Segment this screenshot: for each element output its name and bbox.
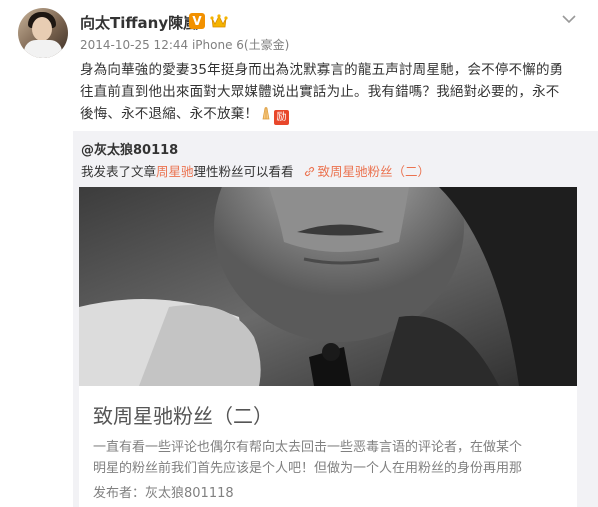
pray-hands-emoji-icon: [262, 107, 270, 120]
chevron-down-icon[interactable]: [562, 14, 576, 24]
post-source[interactable]: iPhone 6(土豪金): [192, 38, 289, 52]
article-description-line: 一直有看一些评论也偶尔有帮向太去回击一些恶毒言语的评论者，在做某个: [93, 440, 523, 455]
author-name[interactable]: 向太Tiffany陳嵐: [80, 12, 198, 33]
avatar[interactable]: [18, 8, 68, 58]
link-icon: [304, 166, 314, 177]
repost-text: 我发表了文章周星驰理性粉丝可以看看 致周星驰粉丝（二）: [81, 161, 430, 180]
article-description-line: 明星的粉丝前我们首先应该是个人吧！但做为一个人在用粉丝的身份再用那: [93, 461, 523, 476]
post-timestamp[interactable]: 2014-10-25 12:44: [80, 38, 188, 52]
post-content-line: 往直前直到他出來面對大眾媒體说出實話为止。我有錯嗎？我絕對必要的，永不: [80, 84, 560, 100]
repost-box: @灰太狼80118 我发表了文章周星驰理性粉丝可以看看 致周星驰粉丝（二） 致周…: [73, 131, 598, 507]
mention-link[interactable]: 周星驰: [156, 164, 194, 179]
avatar-body: [24, 40, 62, 58]
weibo-post: 向太Tiffany陳嵐 V 2014-10-25 12:44 iPhone 6(…: [0, 0, 598, 507]
article-description: 一直有看一些评论也偶尔有帮向太去回击一些恶毒言语的评论者，在做某个 明星的粉丝前…: [93, 437, 569, 479]
repost-text-prefix: 我发表了文章: [81, 164, 157, 179]
avatar-face: [32, 17, 52, 41]
verified-badge[interactable]: V: [189, 13, 205, 29]
repost-text-suffix: 理性粉丝可以看看: [193, 164, 294, 179]
jiayou-emoji-icon: 励: [274, 110, 290, 125]
crown-icon: [210, 14, 228, 28]
article-card[interactable]: 致周星驰粉丝（二） 一直有看一些评论也偶尔有帮向太去回击一些恶毒言语的评论者，在…: [79, 187, 577, 507]
article-cover-image[interactable]: [79, 187, 577, 386]
post-content-line: 後悔、永不退縮、永不放棄！: [80, 106, 259, 122]
article-link[interactable]: 致周星驰粉丝（二）: [318, 164, 431, 179]
repost-author[interactable]: @灰太狼80118: [81, 139, 178, 158]
post-content: 身為向華強的愛妻35年挺身而出為沈默寡言的龍五声討周星馳，会不停不懈的勇 往直前直…: [80, 59, 585, 125]
article-title[interactable]: 致周星驰粉丝（二）: [93, 400, 273, 429]
post-content-line: 身為向華強的愛妻35年挺身而出為沈默寡言的龍五声討周星馳，会不停不懈的勇: [80, 62, 564, 78]
article-publisher: 发布者：灰太狼801118: [93, 486, 234, 501]
post-meta: 2014-10-25 12:44 iPhone 6(土豪金): [80, 36, 289, 53]
